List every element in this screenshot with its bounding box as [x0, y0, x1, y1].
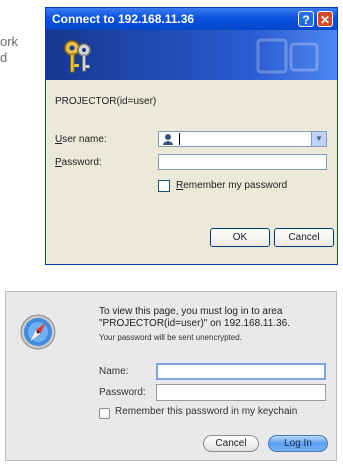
ok-button[interactable]: OK [210, 228, 270, 247]
user-icon [163, 134, 173, 145]
password-label-accesskey: P [55, 157, 62, 168]
mac-login-sheet: To view this page, you must log in to ar… [5, 291, 337, 461]
username-combobox[interactable]: ▼ [158, 131, 327, 147]
password-label: Password: [55, 157, 102, 168]
remember-password-checkbox[interactable] [158, 180, 170, 192]
username-label: User name: [55, 134, 107, 145]
title-bar[interactable]: Connect to 192.168.11.36 ? ✕ [46, 8, 337, 30]
side-text-line-1: ork [0, 34, 19, 49]
unencrypted-warning: Your password will be sent unencrypted. [99, 333, 242, 342]
cancel-button[interactable]: Cancel [203, 435, 259, 452]
help-button[interactable]: ? [298, 11, 314, 27]
realm-text: PROJECTOR(id=user) [55, 96, 157, 107]
text-cursor [179, 133, 180, 145]
keychain-checkbox[interactable] [99, 408, 110, 419]
compass-icon [20, 314, 56, 350]
name-label: Name: [99, 366, 129, 377]
login-message: To view this page, you must log in to ar… [99, 306, 290, 330]
side-text-line-2: d [0, 50, 8, 65]
remember-password-label[interactable]: Remember my password [176, 180, 287, 191]
username-label-text: ser name: [62, 134, 107, 145]
close-button[interactable]: ✕ [317, 11, 333, 27]
login-message-line-2: "PROJECTOR(id=user)" on 192.168.11.36. [99, 318, 290, 329]
password-label: Password: [99, 387, 146, 398]
side-text: ork d [0, 34, 18, 66]
password-label-text: assword: [61, 157, 102, 168]
login-message-line-1: To view this page, you must log in to ar… [99, 306, 283, 317]
dialog-banner [46, 30, 337, 80]
chevron-down-icon[interactable]: ▼ [311, 132, 326, 146]
remember-label-text: emember my password [183, 180, 288, 191]
password-field[interactable] [156, 384, 326, 401]
banner-decoration-icon [256, 38, 319, 74]
dialog-title: Connect to 192.168.11.36 [52, 12, 195, 26]
log-in-button[interactable]: Log In [268, 435, 328, 452]
windows-login-dialog: Connect to 192.168.11.36 ? ✕ PROJECTOR(i… [45, 7, 338, 265]
keychain-label[interactable]: Remember this password in my keychain [115, 406, 297, 417]
keys-icon [64, 40, 91, 73]
name-field[interactable] [156, 363, 326, 380]
cancel-button[interactable]: Cancel [274, 228, 334, 247]
dialog-body: PROJECTOR(id=user) User name: ▼ Password… [46, 80, 337, 264]
password-field[interactable] [158, 154, 327, 170]
